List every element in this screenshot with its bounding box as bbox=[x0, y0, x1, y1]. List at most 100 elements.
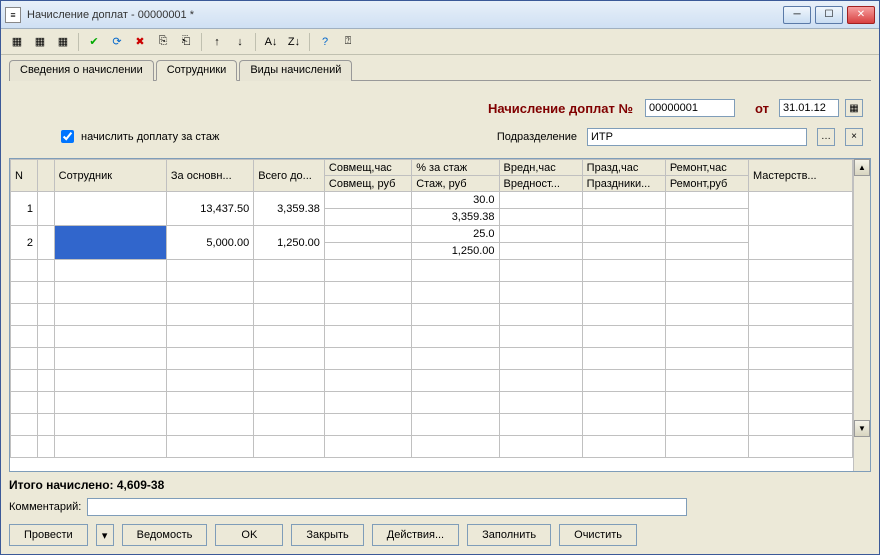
move-down-icon[interactable]: ↓ bbox=[230, 32, 250, 52]
total-value: 4,609-38 bbox=[117, 478, 164, 492]
close-button-bottom[interactable]: Закрыть bbox=[291, 524, 363, 546]
col-sovmesh-hours[interactable]: Совмещ,час bbox=[324, 160, 411, 176]
help-icon[interactable]: ? bbox=[315, 32, 335, 52]
col-indicator[interactable] bbox=[38, 160, 55, 192]
tab-bar: Сведения о начислении Сотрудники Виды на… bbox=[9, 59, 871, 81]
department-clear-icon[interactable]: × bbox=[845, 128, 863, 146]
ok-icon[interactable]: ✔ bbox=[84, 32, 104, 52]
vertical-scrollbar[interactable]: ▲ ▼ bbox=[853, 159, 870, 471]
row-total[interactable]: 1,250.00 bbox=[254, 226, 325, 260]
row-indicator bbox=[38, 226, 55, 260]
table-row-empty[interactable] bbox=[11, 326, 853, 348]
date-input[interactable] bbox=[779, 99, 839, 117]
provesti-dropdown[interactable]: ▾ bbox=[96, 524, 114, 546]
button-bar: Провести ▾ Ведомость OK Закрыть Действия… bbox=[9, 524, 871, 546]
col-pct-stazh[interactable]: % за стаж bbox=[412, 160, 499, 176]
paste-icon[interactable]: ⎗ bbox=[176, 32, 196, 52]
department-select-icon[interactable]: … bbox=[817, 128, 835, 146]
add-icon[interactable]: ▦ bbox=[30, 32, 50, 52]
copy-icon[interactable]: ⎘ bbox=[153, 32, 173, 52]
scroll-down-icon[interactable]: ▼ bbox=[854, 420, 870, 437]
actions-button[interactable]: Действия... bbox=[372, 524, 459, 546]
scroll-up-icon[interactable]: ▲ bbox=[854, 159, 870, 176]
titlebar: ≡ Начисление доплат - 00000001 * ─ ☐ ✕ bbox=[1, 1, 879, 29]
col-remont-rub[interactable]: Ремонт,руб bbox=[665, 176, 748, 192]
toolbar: ▦ ▦ ▦ ✔ ⟳ ✖ ⎘ ⎗ ↑ ↓ A↓ Z↓ ? ⍰ bbox=[1, 29, 879, 55]
fill-button[interactable]: Заполнить bbox=[467, 524, 551, 546]
add-row-icon[interactable]: ▦ bbox=[7, 32, 27, 52]
table-row-empty[interactable] bbox=[11, 370, 853, 392]
delete-icon[interactable]: ✖ bbox=[130, 32, 150, 52]
col-prazd-hours[interactable]: Празд,час bbox=[582, 160, 665, 176]
tab-employees[interactable]: Сотрудники bbox=[156, 60, 238, 81]
table-row-empty[interactable] bbox=[11, 392, 853, 414]
row-base[interactable]: 13,437.50 bbox=[166, 192, 253, 226]
sort-asc-icon[interactable]: A↓ bbox=[261, 32, 281, 52]
app-window: ≡ Начисление доплат - 00000001 * ─ ☐ ✕ ▦… bbox=[0, 0, 880, 555]
table-row-empty[interactable] bbox=[11, 436, 853, 458]
col-total[interactable]: Всего до... bbox=[254, 160, 325, 192]
scroll-corner bbox=[854, 454, 870, 471]
vedomost-button[interactable]: Ведомость bbox=[122, 524, 208, 546]
row-n: 1 bbox=[11, 192, 38, 226]
bottom-area: Итого начислено: 4,609-38 Комментарий: П… bbox=[9, 472, 871, 546]
doc-number-label: Начисление доплат № bbox=[488, 101, 633, 116]
minimize-button[interactable]: ─ bbox=[783, 6, 811, 24]
col-employee[interactable]: Сотрудник bbox=[54, 160, 166, 192]
row-sov-hours[interactable] bbox=[324, 192, 411, 209]
table-row-empty[interactable] bbox=[11, 414, 853, 436]
row-stazh-rub[interactable]: 3,359.38 bbox=[412, 209, 499, 226]
table-row-empty[interactable] bbox=[11, 348, 853, 370]
comment-label: Комментарий: bbox=[9, 501, 81, 513]
row-employee[interactable] bbox=[54, 192, 166, 226]
col-base[interactable]: За основн... bbox=[166, 160, 253, 192]
sort-desc-icon[interactable]: Z↓ bbox=[284, 32, 304, 52]
col-vred-hours[interactable]: Вредн,час bbox=[499, 160, 582, 176]
provesti-button[interactable]: Провести bbox=[9, 524, 88, 546]
close-button[interactable]: ✕ bbox=[847, 6, 875, 24]
staj-checkbox-label: начислить доплату за стаж bbox=[81, 131, 219, 143]
doc-number-input[interactable] bbox=[645, 99, 735, 117]
pointer-help-icon[interactable]: ⍰ bbox=[338, 32, 358, 52]
calendar-icon[interactable]: ▦ bbox=[845, 99, 863, 117]
col-remont-hours[interactable]: Ремонт,час bbox=[665, 160, 748, 176]
col-sovmesh-rub[interactable]: Совмещ, руб bbox=[324, 176, 411, 192]
window-title: Начисление доплат - 00000001 * bbox=[27, 9, 779, 21]
maximize-button[interactable]: ☐ bbox=[815, 6, 843, 24]
tab-general[interactable]: Сведения о начислении bbox=[9, 60, 154, 81]
col-prazd-rub[interactable]: Праздники... bbox=[582, 176, 665, 192]
comment-input[interactable] bbox=[87, 498, 687, 516]
department-label: Подразделение bbox=[497, 131, 577, 143]
row-indicator bbox=[38, 192, 55, 226]
ok-button[interactable]: OK bbox=[215, 524, 283, 546]
clear-button[interactable]: Очистить bbox=[559, 524, 637, 546]
row-pct[interactable]: 25.0 bbox=[412, 226, 499, 243]
col-vred-rub[interactable]: Вредност... bbox=[499, 176, 582, 192]
table-row-empty[interactable] bbox=[11, 260, 853, 282]
refresh-icon[interactable]: ⟳ bbox=[107, 32, 127, 52]
content-area: Сведения о начислении Сотрудники Виды на… bbox=[1, 55, 879, 554]
col-stazh-rub[interactable]: Стаж, руб bbox=[412, 176, 499, 192]
row-pct[interactable]: 30.0 bbox=[412, 192, 499, 209]
row-employee-selected[interactable] bbox=[54, 226, 166, 260]
form-area: Начисление доплат № от ▦ начислить допла… bbox=[9, 81, 871, 158]
total-label: Итого начислено: bbox=[9, 478, 114, 492]
row-base[interactable]: 5,000.00 bbox=[166, 226, 253, 260]
tab-types[interactable]: Виды начислений bbox=[239, 60, 352, 81]
row-stazh-rub[interactable]: 1,250.00 bbox=[412, 243, 499, 260]
department-input[interactable] bbox=[587, 128, 807, 146]
table-row-empty[interactable] bbox=[11, 282, 853, 304]
move-up-icon[interactable]: ↑ bbox=[207, 32, 227, 52]
row-n: 2 bbox=[11, 226, 38, 260]
col-mastery[interactable]: Мастерств... bbox=[748, 160, 852, 192]
row-total[interactable]: 3,359.38 bbox=[254, 192, 325, 226]
data-grid[interactable]: N Сотрудник За основн... Всего до... Сов… bbox=[9, 158, 871, 472]
total-line: Итого начислено: 4,609-38 bbox=[9, 478, 871, 492]
grid-icon[interactable]: ▦ bbox=[53, 32, 73, 52]
document-icon: ≡ bbox=[5, 7, 21, 23]
table-row[interactable]: 1 13,437.50 3,359.38 30.0 bbox=[11, 192, 853, 209]
table-row[interactable]: 2 5,000.00 1,250.00 25.0 bbox=[11, 226, 853, 243]
col-n[interactable]: N bbox=[11, 160, 38, 192]
staj-checkbox[interactable] bbox=[61, 130, 74, 143]
table-row-empty[interactable] bbox=[11, 304, 853, 326]
